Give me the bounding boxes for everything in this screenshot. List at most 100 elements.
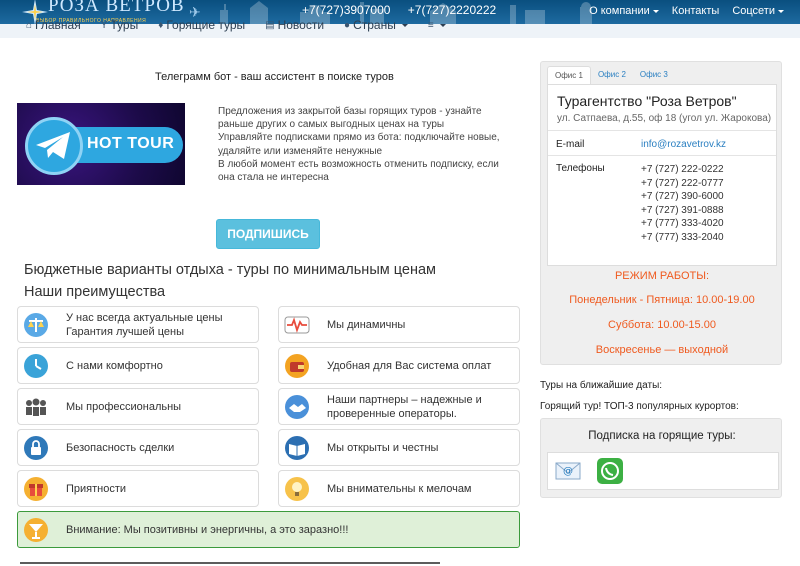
advantage-card-comfort: С нами комфортно (17, 347, 259, 384)
advantage-text: проверенные операторы. (327, 407, 457, 420)
main-nav: ⌂ Главная Y Туры ♦ Горящие туры ▤ Новост… (0, 18, 800, 38)
phone-item[interactable]: +7 (727) 390-6000 (641, 190, 724, 204)
advantage-text: Мы динамичны (327, 318, 406, 331)
caret-down-icon (652, 9, 659, 13)
subscribe-panel: Подписка на горящие туры: @ (540, 418, 782, 498)
nav-item-label: Новости (277, 18, 325, 32)
cutoff-heading (20, 558, 440, 566)
hours-weekdays: Понедельник - Пятница: 10.00-19.00 (569, 294, 755, 306)
advantage-card-partners: Наши партнеры – надежные и проверенные оп… (278, 388, 520, 425)
advantage-card-professional: Мы профессиональны (17, 388, 259, 425)
advantage-text: Удобная для Вас система оплат (327, 359, 492, 372)
hours-sunday: Воскресенье — выходной (595, 344, 729, 356)
office-details: Турагентство "Роза Ветров" ул. Сатпаева,… (547, 84, 777, 266)
office-title: Турагентство "Роза Ветров" (557, 93, 737, 109)
tab-office-3[interactable]: Офис 3 (633, 66, 675, 84)
advantage-card-open: Мы открыты и честны (278, 429, 520, 466)
advantage-text: Мы открыты и честны (327, 441, 439, 454)
logo-text: РОЗА ВЕТРОВ (48, 0, 185, 16)
hot-tour-banner[interactable]: HOT TOUR (17, 103, 185, 185)
nav-item-label: Главная (35, 18, 81, 32)
top-nav: О компании Контакты Соцсети (589, 5, 784, 17)
alert-text: Внимание: Мы позитивны и энергичны, а эт… (66, 523, 349, 536)
near-dates-title: Туры на ближайшие даты: (540, 380, 663, 391)
nav-item-label: Страны (353, 18, 396, 32)
nav-item-label: Туры (110, 18, 139, 32)
tab-office-1[interactable]: Офис 1 (547, 66, 591, 84)
pulse-icon (284, 312, 310, 338)
advantage-card-security: Безопасность сделки (17, 429, 259, 466)
wallet-icon (284, 353, 310, 379)
nav-socials-label: Соцсети (732, 5, 775, 17)
nav-item-tours[interactable]: Y Туры (101, 18, 139, 32)
phone-item[interactable]: +7 (777) 333-4020 (641, 217, 724, 231)
header-phones: +7(727)3907000 +7(727)2220222 (302, 3, 510, 17)
whatsapp-icon[interactable] (596, 457, 624, 485)
advantage-card-dynamic: Мы динамичны (278, 306, 520, 343)
home-icon: ⌂ (26, 19, 33, 31)
cocktail-icon (23, 517, 49, 543)
office-address: ул. Сатпаева, д.55, оф 18 (угол ул. Жаро… (557, 113, 772, 124)
team-icon (23, 394, 49, 420)
advantage-text: Мы профессиональны (66, 400, 182, 413)
lightbulb-icon (284, 476, 310, 502)
nav-item-hot-tours[interactable]: ♦ Горящие туры (158, 18, 245, 32)
banner-text: HOT TOUR (87, 135, 175, 152)
advantage-text: Мы внимательны к мелочам (327, 482, 472, 495)
telegram-description: Предложения из закрытой базы горящих тур… (218, 105, 518, 184)
advantage-text: Приятности (66, 482, 127, 495)
hamburger-icon: ≡ (427, 19, 434, 31)
advantages-heading: Наши преимущества (24, 284, 166, 300)
office-panel: Офис 1 Офис 2 Офис 3 Турагентство "Роза … (540, 61, 782, 365)
email-row: E-mail info@rozavetrov.kz (548, 130, 776, 156)
phone-item[interactable]: +7 (727) 222-0777 (641, 177, 724, 191)
tab-office-2[interactable]: Офис 2 (591, 66, 633, 84)
subscribe-button[interactable]: ПОДПИШИСЬ (216, 219, 320, 249)
advantage-text: Наши партнеры – надежные и (327, 393, 482, 406)
email-label: E-mail (556, 139, 585, 150)
nav-item-label: Горящие туры (166, 18, 246, 32)
telegram-bot-title: Телеграмм бот - ваш ассистент в поиске т… (155, 71, 394, 83)
nav-item-home[interactable]: ⌂ Главная (26, 18, 81, 32)
nav-socials[interactable]: Соцсети (732, 5, 784, 17)
header-phone-2[interactable]: +7(727)2220222 (408, 3, 496, 17)
advantage-card-payment: Удобная для Вас система оплат (278, 347, 520, 384)
advantage-card-attention: Мы внимательны к мелочам (278, 470, 520, 507)
hours-title: РЕЖИМ РАБОТЫ: (614, 270, 710, 282)
telegram-icon (36, 132, 70, 159)
header-phone-1[interactable]: +7(727)3907000 (302, 3, 390, 17)
cocktail-icon: Y (100, 19, 108, 31)
svg-text:@: @ (563, 466, 573, 477)
nav-contacts[interactable]: Контакты (672, 5, 720, 17)
subscribe-title: Подписка на горящие туры: (588, 430, 736, 442)
phone-item[interactable]: +7 (727) 391-0888 (641, 204, 724, 218)
phones-label: Телефоны (556, 163, 605, 174)
flame-icon: ♦ (158, 19, 164, 31)
nav-about[interactable]: О компании (589, 5, 659, 17)
lock-icon (23, 435, 49, 461)
office-tabs: Офис 1 Офис 2 Офис 3 (547, 66, 675, 84)
caret-down-icon (778, 9, 784, 13)
phone-item[interactable]: +7 (727) 222-0222 (641, 163, 724, 177)
scales-icon (23, 312, 49, 338)
budget-heading: Бюджетные варианты отдыха - туры по мини… (24, 262, 436, 278)
telegram-desc-2: Управляйте подписками прямо из бота: под… (218, 132, 500, 157)
telegram-desc-1: Предложения из закрытой базы горящих тур… (218, 106, 482, 131)
email-link[interactable]: info@rozavetrov.kz (641, 139, 726, 150)
hours-saturday: Суббота: 10.00-15.00 (608, 319, 716, 331)
globe-icon: ● (344, 19, 351, 31)
handshake-icon (284, 394, 310, 420)
nav-item-news[interactable]: ▤ Новости (265, 18, 324, 32)
nav-more-menu[interactable]: ≡ (428, 18, 446, 32)
advantage-text: У нас всегда актуальные цены (66, 311, 223, 324)
email-icon[interactable]: @ (554, 457, 582, 485)
nav-item-countries[interactable]: ● Страны (344, 18, 408, 32)
advantage-card-prices: У нас всегда актуальные цены Гарантия луч… (17, 306, 259, 343)
clock-icon (23, 353, 49, 379)
hot-top-title: Горящий тур! ТОП-3 популярных курортов: (540, 401, 739, 412)
telegram-desc-3: В любой момент есть возможность отменить… (218, 158, 499, 184)
advantage-text: С нами комфортно (66, 359, 163, 372)
advantage-card-pleasures: Приятности (17, 470, 259, 507)
caret-down-icon (401, 23, 408, 27)
phone-item[interactable]: +7 (777) 333-2040 (641, 231, 724, 245)
